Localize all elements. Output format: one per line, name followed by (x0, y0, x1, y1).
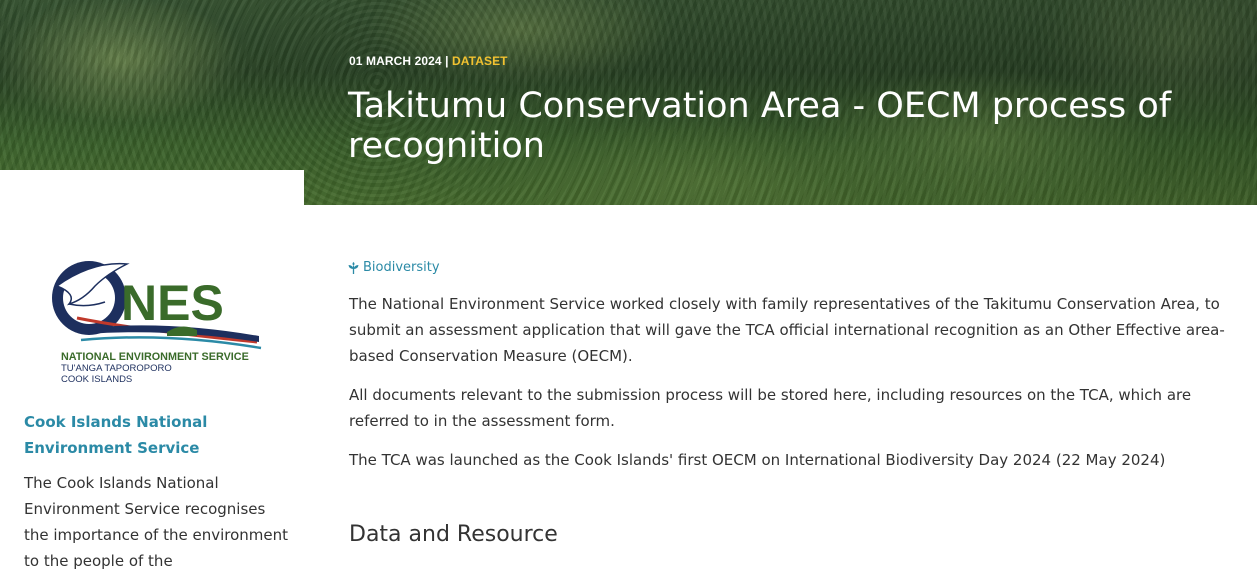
data-resource-heading: Data and Resource (349, 522, 558, 547)
organization-name-link[interactable]: Cook Islands National Environment Servic… (24, 409, 284, 461)
nes-logo-graphic: NES NATIONAL ENVIRONMENT SERVICE TU'ANGA… (52, 261, 262, 385)
logo-line-3: COOK ISLANDS (61, 374, 132, 385)
tag-label: Biodiversity (363, 260, 440, 275)
logo-line-1: NATIONAL ENVIRONMENT SERVICE (61, 351, 249, 363)
leaf-icon (348, 261, 359, 274)
page-title: Takitumu Conservation Area - OECM proces… (348, 86, 1172, 166)
organization-description: The Cook Islands National Environment Se… (24, 474, 288, 570)
publish-date: 01 MARCH 2024 (349, 54, 442, 68)
description-paragraph-3: The TCA was launched as the Cook Islands… (349, 451, 1166, 469)
logo-acronym: NES (121, 275, 224, 331)
tag-biodiversity[interactable]: Biodiversity (348, 260, 440, 275)
description-paragraph-2: All documents relevant to the submission… (349, 386, 1192, 430)
dataset-meta: 01 MARCH 2024 | DATASET (349, 54, 508, 68)
description-paragraph-1: The National Environment Service worked … (349, 295, 1225, 365)
dataset-type-link[interactable]: DATASET (452, 54, 508, 68)
logo-line-2: TU'ANGA TAPOROPORO (61, 363, 172, 374)
meta-separator: | (445, 54, 449, 68)
organization-logo[interactable]: NES NATIONAL ENVIRONMENT SERVICE TU'ANGA… (47, 256, 269, 388)
